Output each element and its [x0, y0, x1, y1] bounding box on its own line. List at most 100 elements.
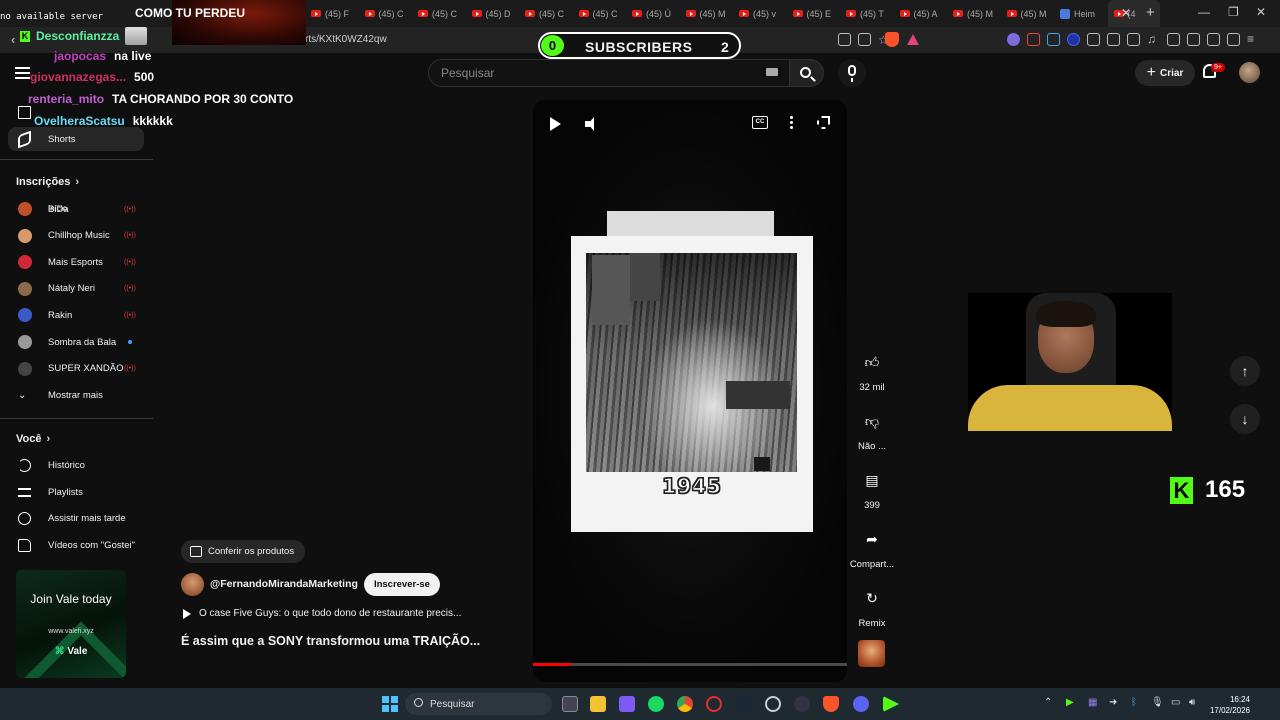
- steam-icon[interactable]: [735, 696, 751, 712]
- url-text[interactable]: rts/KXtK0WZ42qw: [305, 34, 387, 45]
- dislike-button[interactable]: 👎︎ Não ...: [845, 407, 899, 453]
- volume-tray-icon[interactable]: 🔊︎: [1189, 697, 1195, 708]
- extension-icon[interactable]: [1027, 33, 1040, 46]
- keyboard-icon[interactable]: [766, 68, 778, 76]
- tray-app-icon[interactable]: ➜: [1109, 697, 1117, 708]
- browser-tab[interactable]: (45) Ú: [626, 0, 680, 27]
- voice-search-button[interactable]: [838, 59, 866, 87]
- install-icon[interactable]: [838, 33, 851, 46]
- file-explorer-icon[interactable]: [590, 696, 606, 712]
- sidebar-channel-item[interactable]: Chillhop Music ((•)): [8, 224, 144, 248]
- progress-bar[interactable]: [533, 663, 847, 666]
- sidebar-item-watch-later[interactable]: Assistir mais tarde: [8, 506, 144, 530]
- windows-start-icon[interactable]: [382, 696, 398, 712]
- browser-tab[interactable]: (45) E: [787, 0, 841, 27]
- next-short-button[interactable]: ↓: [1230, 404, 1260, 434]
- remix-button[interactable]: ↻ Remix: [845, 584, 899, 630]
- maximize-icon[interactable]: ❐: [1228, 5, 1239, 19]
- browser-tab[interactable]: (45) M: [1001, 0, 1055, 27]
- search-input[interactable]: [441, 66, 741, 80]
- vale-ad-card[interactable]: Join Vale today www.valefi.xyz ⌘ Vale: [16, 570, 126, 678]
- taskbar-search[interactable]: Pesquisar: [405, 693, 552, 715]
- like-button[interactable]: 👍︎ 32 mil: [845, 348, 899, 394]
- back-icon[interactable]: ‹: [11, 32, 15, 47]
- sound-avatar[interactable]: [858, 640, 885, 667]
- taskbar-clock[interactable]: 16:24 17/02/2026: [1208, 694, 1250, 716]
- app-icon[interactable]: [794, 696, 810, 712]
- sidebar-channel-item[interactable]: Sombra da Bala: [8, 330, 144, 354]
- subscriptions-heading[interactable]: Inscrições ›: [16, 176, 79, 188]
- close-window-icon[interactable]: ✕: [1256, 5, 1266, 19]
- menu-icon[interactable]: ≡: [1247, 33, 1260, 46]
- mic-tray-icon[interactable]: 🎙︎: [1151, 697, 1164, 708]
- spotify-icon[interactable]: [648, 696, 664, 712]
- sidebar-item-history[interactable]: Histórico: [8, 453, 144, 477]
- comments-button[interactable]: ▤ 399: [845, 466, 899, 512]
- account-avatar[interactable]: [1239, 62, 1260, 83]
- extension-icon[interactable]: [1047, 33, 1060, 46]
- channel-avatar[interactable]: [181, 572, 204, 596]
- play-icon[interactable]: [550, 117, 561, 131]
- tray-app-icon[interactable]: ▦: [1088, 697, 1097, 708]
- tray-app-icon[interactable]: ▶: [1066, 697, 1074, 708]
- browser-tab[interactable]: (45) M: [680, 0, 734, 27]
- shorts-player[interactable]: CC 1945: [533, 100, 847, 682]
- bluetooth-icon[interactable]: ᛒ: [1131, 697, 1137, 708]
- you-heading[interactable]: Você ›: [16, 433, 50, 445]
- browser-tab[interactable]: (45) T: [840, 0, 894, 27]
- sidebar-toggle-icon[interactable]: [1167, 33, 1180, 46]
- puzzle-icon[interactable]: [1107, 33, 1120, 46]
- share-page-icon[interactable]: [858, 33, 871, 46]
- show-more-button[interactable]: ⌄ Mostrar mais: [8, 383, 144, 407]
- volume-icon[interactable]: [585, 117, 599, 131]
- browser-tab[interactable]: (45) v: [733, 0, 787, 27]
- task-view-icon[interactable]: [562, 696, 578, 712]
- browser-tab[interactable]: (45) C: [359, 0, 413, 27]
- captions-icon[interactable]: CC: [752, 116, 768, 129]
- extension-icon[interactable]: [1067, 33, 1080, 46]
- browser-tab[interactable]: (45) C: [573, 0, 627, 27]
- music-icon[interactable]: ♫: [1147, 33, 1160, 46]
- new-tab-button[interactable]: +: [1146, 4, 1155, 21]
- sidebar-channel-item[interactable]: BiDa ((•)): [8, 197, 144, 221]
- wallet-icon[interactable]: [1187, 33, 1200, 46]
- video-title[interactable]: É assim que a SONY transformou uma TRAIÇ…: [181, 634, 480, 648]
- previous-short-button[interactable]: ↑: [1230, 356, 1260, 386]
- vpn-icon[interactable]: [1207, 33, 1220, 46]
- screenshot-icon[interactable]: [1127, 33, 1140, 46]
- app-grid-icon[interactable]: [619, 696, 635, 712]
- close-tab-icon[interactable]: ✕: [1121, 6, 1131, 20]
- sidebar-item-shorts[interactable]: Shorts: [8, 127, 144, 151]
- chrome-icon[interactable]: [677, 696, 693, 712]
- create-button[interactable]: + Criar: [1135, 60, 1195, 86]
- view-products-button[interactable]: Conferir os produtos: [181, 540, 305, 563]
- brave-icon[interactable]: [823, 696, 839, 712]
- browser-tab[interactable]: (45) F: [305, 0, 359, 27]
- playlist-link[interactable]: O case Five Guys: o que todo dono de res…: [183, 608, 461, 619]
- shield-icon[interactable]: [1227, 33, 1240, 46]
- sidebar-channel-item[interactable]: Nátaly Neri ((•)): [8, 277, 144, 301]
- share-button[interactable]: ➦ Compart...: [845, 525, 899, 571]
- minimize-icon[interactable]: —: [1198, 5, 1210, 19]
- extension-icon[interactable]: [1087, 33, 1100, 46]
- sidebar-channel-item[interactable]: SUPER XANDÃO ((•)): [8, 357, 144, 381]
- browser-tab[interactable]: (45) A: [894, 0, 948, 27]
- browser-tab[interactable]: (45) M: [947, 0, 1001, 27]
- tray-overflow-icon[interactable]: ⌃: [1044, 697, 1052, 708]
- hamburger-menu-icon[interactable]: [15, 67, 30, 82]
- browser-tab[interactable]: (45) D: [466, 0, 520, 27]
- network-icon[interactable]: ▭: [1171, 697, 1180, 708]
- subscribe-button[interactable]: Inscrever-se: [363, 572, 440, 596]
- browser-tab[interactable]: Heim: [1054, 0, 1108, 27]
- sidebar-item-liked-videos[interactable]: Vídeos com "Gostei": [8, 533, 144, 557]
- discord-icon[interactable]: [853, 696, 869, 712]
- brave-rewards-icon[interactable]: [907, 34, 919, 45]
- sidebar-channel-item[interactable]: Mais Esports ((•)): [8, 250, 144, 274]
- sidebar-item-playlists[interactable]: Playlists: [8, 480, 144, 504]
- more-options-icon[interactable]: [790, 116, 793, 131]
- brave-shield-icon[interactable]: [885, 32, 899, 47]
- extension-icon[interactable]: [1007, 33, 1020, 46]
- channel-handle[interactable]: @FernandoMirandaMarketing: [210, 578, 358, 590]
- search-button[interactable]: [790, 59, 824, 87]
- browser-tab[interactable]: (45) C: [412, 0, 466, 27]
